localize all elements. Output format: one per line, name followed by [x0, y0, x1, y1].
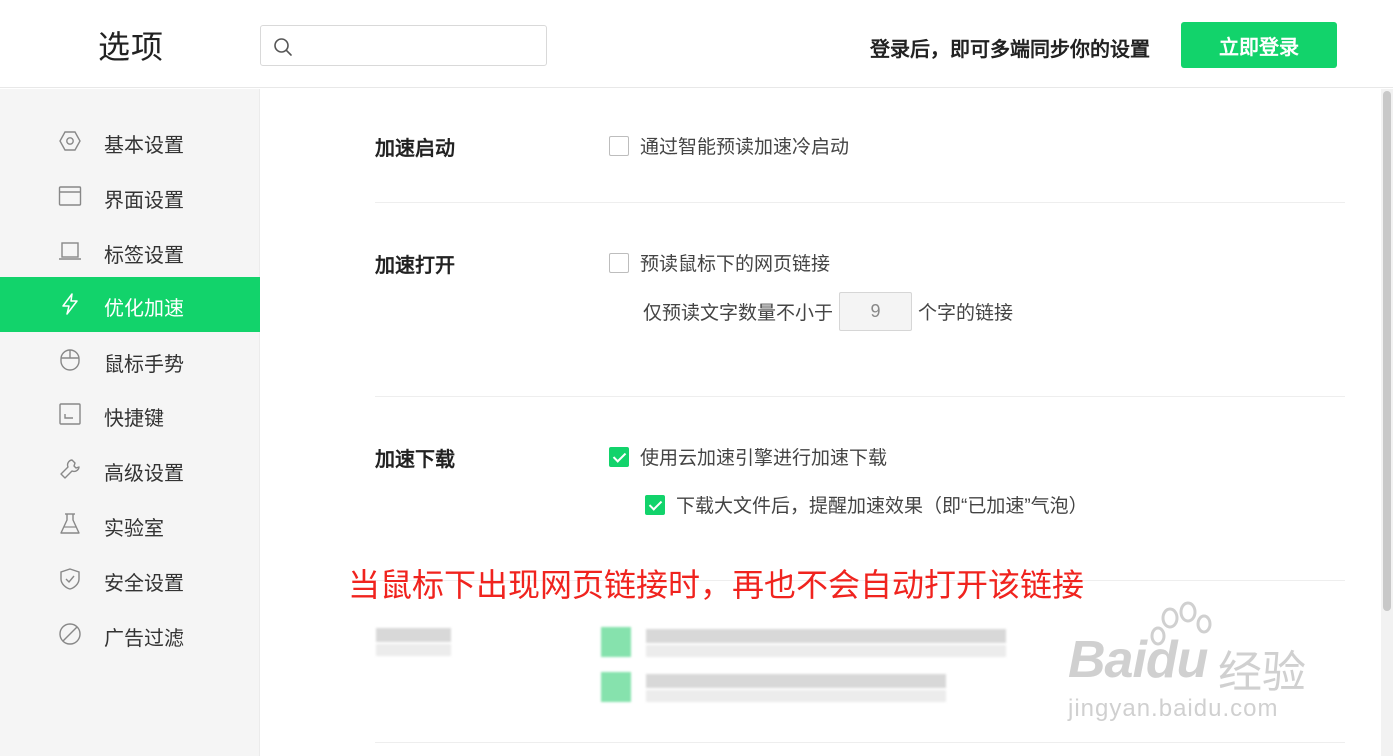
sidebar: 基本设置 界面设置 标签设置 优化加速 鼠标手势 快捷键 高级设置 实验室 安全… [0, 89, 260, 756]
startup-option-label: 通过智能预读加速冷启动 [640, 137, 850, 158]
sidebar-item-label: 安全设置 [104, 573, 184, 595]
preread-option-label: 预读鼠标下的网页链接 [640, 254, 831, 275]
sidebar-item-label: 广告过滤 [104, 628, 184, 650]
sidebar-item-advanced[interactable]: 高级设置 [0, 442, 260, 497]
baidu-watermark: Baidu 经验 jingyan.baidu.com [1068, 600, 1328, 740]
sidebar-item-label: 优化加速 [104, 298, 184, 320]
sidebar-item-adblock[interactable]: 广告过滤 [0, 607, 260, 662]
sidebar-item-shortcuts[interactable]: 快捷键 [0, 387, 260, 442]
download-reminder-label: 下载大文件后，提醒加速效果（即“已加速”气泡） [676, 496, 1088, 517]
cloud-download-label: 使用云加速引擎进行加速下载 [640, 448, 888, 469]
divider [375, 202, 1345, 203]
startup-option[interactable]: 通过智能预读加速冷启动 [609, 132, 849, 159]
sidebar-item-mouse-gesture[interactable]: 鼠标手势 [0, 333, 260, 388]
blurred-title [376, 628, 451, 642]
sidebar-item-label: 高级设置 [104, 463, 184, 485]
page-title: 选项 [98, 29, 165, 65]
shield-icon [60, 568, 80, 590]
search-icon [274, 38, 292, 56]
cloud-download-option[interactable]: 使用云加速引擎进行加速下载 [609, 443, 887, 470]
watermark-brand: Baidu [1068, 631, 1208, 689]
sidebar-item-tabs[interactable]: 标签设置 [0, 224, 260, 279]
search-box[interactable] [260, 25, 547, 66]
section-title-startup: 加速启动 [375, 138, 455, 160]
annotation-caption: 当鼠标下出现网页链接时，再也不会自动打开该链接 [348, 567, 1085, 603]
sidebar-item-label: 实验室 [104, 518, 164, 540]
blurred-option-shadow [646, 645, 1006, 657]
tab-icon [59, 242, 81, 260]
lightning-icon [62, 293, 78, 315]
window-icon [58, 186, 82, 206]
login-button[interactable]: 立即登录 [1181, 22, 1337, 68]
preread-checkbox[interactable] [609, 252, 629, 273]
section-title-download: 加速下载 [375, 449, 455, 471]
blurred-title-shadow [376, 644, 451, 656]
hexagon-gear-icon [59, 131, 81, 151]
mouse-icon [60, 349, 80, 371]
download-reminder-checkbox[interactable] [645, 494, 665, 515]
wrench-icon [60, 459, 80, 479]
blurred-checkbox [601, 627, 631, 657]
section-title-open: 加速打开 [375, 255, 455, 277]
sidebar-item-security[interactable]: 安全设置 [0, 552, 260, 607]
scroll-thumb[interactable] [1383, 91, 1391, 611]
min-chars-prefix: 仅预读文字数量不小于 [643, 303, 834, 324]
blurred-option [646, 674, 946, 688]
blurred-option [646, 629, 1006, 643]
sidebar-item-lab[interactable]: 实验室 [0, 497, 260, 552]
blurred-option-shadow [646, 690, 946, 702]
sidebar-item-label: 界面设置 [104, 190, 184, 212]
min-chars-input[interactable]: 9 [839, 292, 913, 331]
block-icon [59, 623, 81, 645]
min-chars-suffix: 个字的链接 [918, 303, 1014, 324]
keyboard-key-icon [59, 403, 81, 425]
flask-icon [60, 513, 80, 534]
blurred-checkbox [601, 672, 631, 702]
min-chars-row: 仅预读文字数量不小于 9 个字的链接 [643, 292, 1013, 331]
sidebar-item-optimize[interactable]: 优化加速 [0, 277, 260, 332]
watermark-url: jingyan.baidu.com [1068, 695, 1279, 722]
login-hint: 登录后，即可多端同步你的设置 [870, 39, 1150, 61]
download-reminder-option[interactable]: 下载大文件后，提醒加速效果（即“已加速”气泡） [645, 491, 1088, 518]
sidebar-item-label: 标签设置 [104, 245, 184, 267]
sidebar-item-label: 基本设置 [104, 135, 184, 157]
preread-option[interactable]: 预读鼠标下的网页链接 [609, 249, 830, 276]
search-input[interactable] [301, 26, 541, 65]
cloud-download-checkbox[interactable] [609, 446, 629, 467]
watermark-cn: 经验 [1218, 648, 1306, 697]
divider [375, 742, 1345, 743]
sidebar-item-label: 快捷键 [104, 408, 164, 430]
divider [375, 396, 1345, 397]
sidebar-item-label: 鼠标手势 [104, 354, 184, 376]
startup-checkbox[interactable] [609, 135, 629, 156]
sidebar-item-basic[interactable]: 基本设置 [0, 114, 260, 169]
scrollbar[interactable] [1381, 89, 1393, 756]
header-bar: 选项 登录后，即可多端同步你的设置 立即登录 [0, 0, 1393, 88]
sidebar-item-interface[interactable]: 界面设置 [0, 169, 260, 224]
